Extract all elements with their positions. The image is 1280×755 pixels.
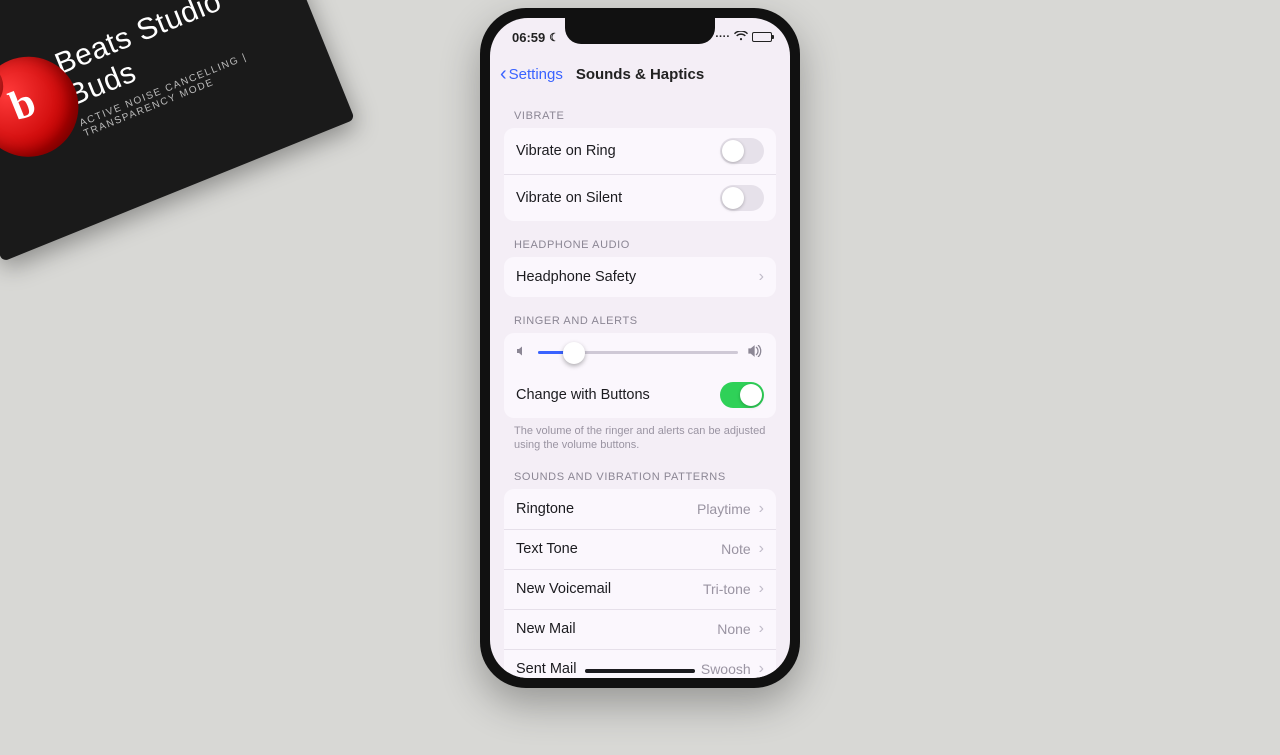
row-value: Note xyxy=(721,541,751,557)
back-button[interactable]: ‹ Settings xyxy=(500,64,563,84)
chevron-right-icon: › xyxy=(759,540,764,558)
row-label: New Mail xyxy=(516,621,576,637)
row-label: Sent Mail xyxy=(516,661,576,677)
row-value: None xyxy=(717,621,750,637)
row-label: Text Tone xyxy=(516,541,578,557)
row-volume-slider[interactable] xyxy=(504,333,776,372)
slider-knob[interactable] xyxy=(563,342,585,364)
volume-high-icon xyxy=(748,345,764,360)
battery-icon xyxy=(752,32,772,42)
row-label: Vibrate on Ring xyxy=(516,143,616,159)
group-patterns: Ringtone Playtime › Text Tone Note › New… xyxy=(504,489,776,678)
group-header-vibrate: VIBRATE xyxy=(504,92,776,128)
row-label: Change with Buttons xyxy=(516,387,650,403)
wifi-icon xyxy=(734,31,748,44)
chevron-left-icon: ‹ xyxy=(500,64,507,84)
beats-box: b Beats Studio Buds ACTIVE NOISE CANCELL… xyxy=(0,0,355,262)
row-sent-mail[interactable]: Sent Mail Swoosh › xyxy=(504,649,776,678)
group-header-patterns: SOUNDS AND VIBRATION PATTERNS xyxy=(504,453,776,489)
row-ringtone[interactable]: Ringtone Playtime › xyxy=(504,489,776,529)
chevron-right-icon: › xyxy=(759,660,764,678)
volume-slider[interactable] xyxy=(538,351,738,354)
group-vibrate: Vibrate on Ring Vibrate on Silent xyxy=(504,128,776,221)
toggle-vibrate-on-silent[interactable] xyxy=(720,185,764,211)
toggle-change-with-buttons[interactable] xyxy=(720,382,764,408)
group-header-ringer: RINGER AND ALERTS xyxy=(504,297,776,333)
phone-screen: 06:59 ☾ ···· ‹ Settings Sounds & Haptics… xyxy=(490,18,790,678)
row-new-voicemail[interactable]: New Voicemail Tri-tone › xyxy=(504,569,776,609)
row-label: New Voicemail xyxy=(516,581,611,597)
chevron-right-icon: › xyxy=(759,620,764,638)
row-vibrate-on-silent[interactable]: Vibrate on Silent xyxy=(504,174,776,221)
phone-frame: 06:59 ☾ ···· ‹ Settings Sounds & Haptics… xyxy=(480,8,800,688)
back-label: Settings xyxy=(509,66,563,83)
row-label: Vibrate on Silent xyxy=(516,190,622,206)
notch xyxy=(565,18,715,44)
row-label: Headphone Safety xyxy=(516,269,636,285)
signal-dots-icon: ···· xyxy=(715,31,730,43)
row-value: Tri-tone xyxy=(703,581,751,597)
group-header-headphone: HEADPHONE AUDIO xyxy=(504,221,776,257)
group-ringer: Change with Buttons xyxy=(504,333,776,418)
row-text-tone[interactable]: Text Tone Note › xyxy=(504,529,776,569)
row-vibrate-on-ring[interactable]: Vibrate on Ring xyxy=(504,128,776,174)
row-label: Ringtone xyxy=(516,501,574,517)
settings-content[interactable]: VIBRATE Vibrate on Ring Vibrate on Silen… xyxy=(490,92,790,678)
row-value: Playtime xyxy=(697,501,751,517)
dnd-moon-icon: ☾ xyxy=(549,31,559,44)
chevron-right-icon: › xyxy=(759,268,764,286)
row-headphone-safety[interactable]: Headphone Safety › xyxy=(504,257,776,297)
toggle-vibrate-on-ring[interactable] xyxy=(720,138,764,164)
nav-bar: ‹ Settings Sounds & Haptics xyxy=(490,56,790,92)
volume-low-icon xyxy=(516,345,528,360)
home-indicator[interactable] xyxy=(585,669,695,673)
row-value: Swoosh xyxy=(701,661,751,677)
row-change-with-buttons[interactable]: Change with Buttons xyxy=(504,372,776,418)
group-headphone: Headphone Safety › xyxy=(504,257,776,297)
chevron-right-icon: › xyxy=(759,580,764,598)
ringer-footer-text: The volume of the ringer and alerts can … xyxy=(504,418,776,453)
chevron-right-icon: › xyxy=(759,500,764,518)
status-time: 06:59 xyxy=(512,30,545,45)
row-new-mail[interactable]: New Mail None › xyxy=(504,609,776,649)
